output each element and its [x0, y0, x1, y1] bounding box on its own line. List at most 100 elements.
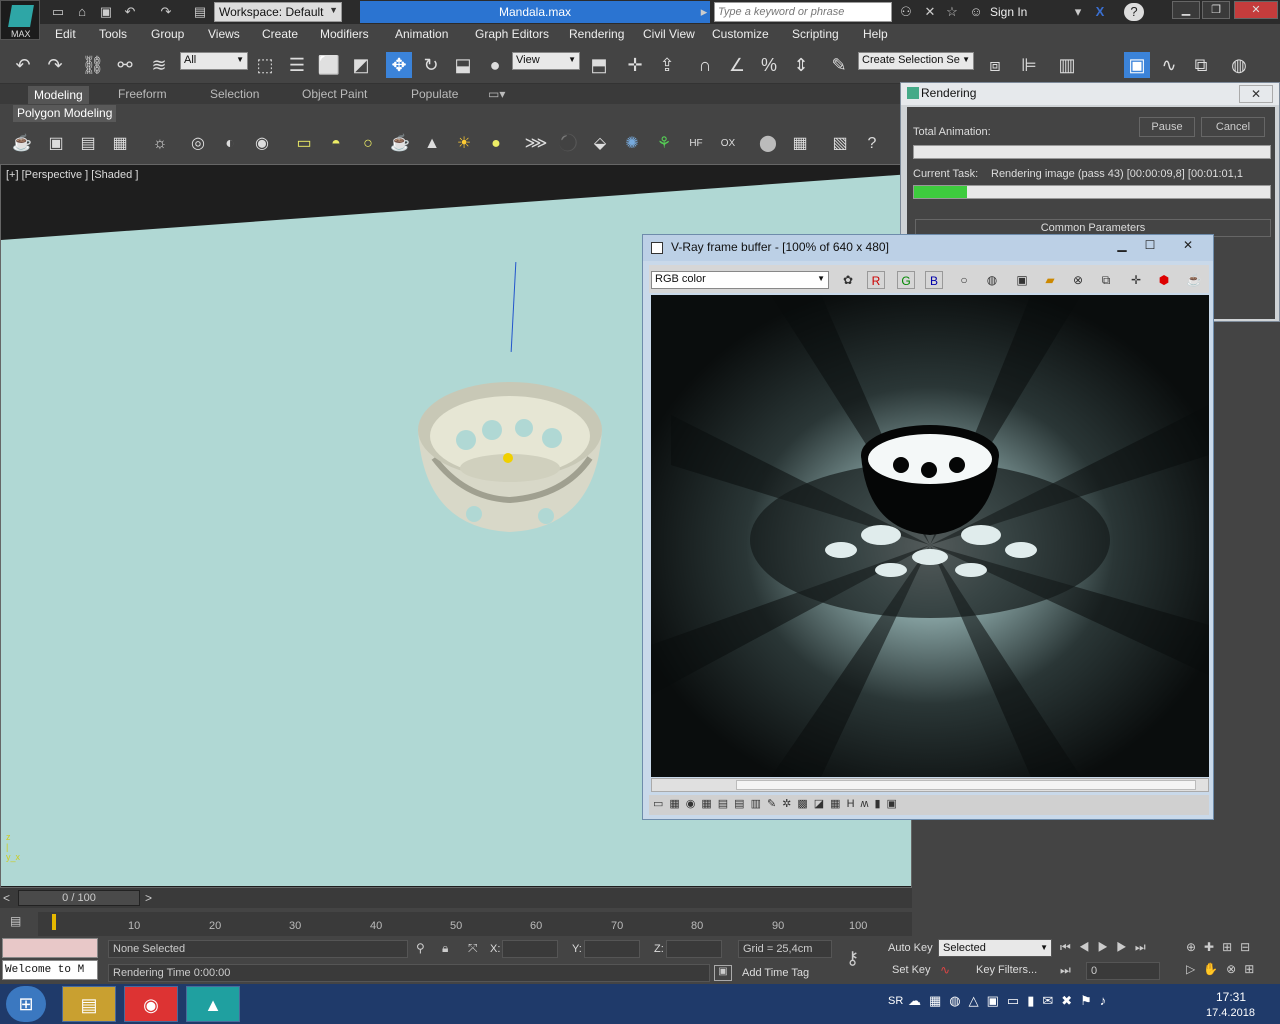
render-teapot-icon[interactable]: ☕: [1185, 271, 1203, 289]
undo-icon[interactable]: ↶: [120, 3, 140, 21]
menu-group[interactable]: Group: [151, 27, 184, 41]
tab-modeling[interactable]: Modeling: [28, 86, 89, 104]
open-file-icon[interactable]: ⌂: [72, 3, 92, 21]
selection-filter-select[interactable]: All ▼: [180, 52, 248, 70]
material-browser-icon[interactable]: ▦: [788, 132, 812, 156]
undo-icon[interactable]: ↶: [10, 52, 36, 78]
viewport-label[interactable]: [+] [Perspective ] [Shaded ]: [6, 169, 138, 181]
minimize-icon[interactable]: ▁: [1109, 238, 1135, 256]
close-icon[interactable]: ✕: [1167, 238, 1209, 256]
camera-icon[interactable]: ◎: [186, 132, 210, 156]
ref-coord-select[interactable]: View ▼: [512, 52, 580, 70]
channel-select[interactable]: RGB color ▼: [651, 271, 829, 289]
restore-icon[interactable]: ❐: [1202, 1, 1230, 19]
key-filters-button[interactable]: Key Filters...: [976, 964, 1037, 976]
red-channel-button[interactable]: R: [867, 271, 885, 289]
rect-selection-icon[interactable]: ⬜: [316, 52, 342, 78]
keyboard-shortcut-icon[interactable]: ⇪: [654, 52, 680, 78]
schematic-view-icon[interactable]: ⧉: [1188, 52, 1214, 78]
new-file-icon[interactable]: ▭: [48, 3, 68, 21]
vray-ies-light-icon[interactable]: ▲: [420, 132, 444, 156]
signin-dropdown-icon[interactable]: ▾: [1068, 3, 1088, 21]
rendering-dialog-title[interactable]: Rendering: [901, 83, 1279, 105]
place-icon[interactable]: ●: [482, 52, 508, 78]
layer-explorer-icon[interactable]: ▥: [1054, 52, 1080, 78]
vray-ambient-light-icon[interactable]: ●: [484, 132, 508, 156]
select-manipulate-icon[interactable]: ✛: [622, 52, 648, 78]
nav-arrow-icon[interactable]: ▸: [694, 3, 714, 21]
x-coord-field[interactable]: [502, 940, 558, 958]
vray-dome-light-icon[interactable]: ◓: [324, 132, 348, 156]
vray-proxy-icon[interactable]: ⚫: [556, 132, 580, 156]
menu-graph-editors[interactable]: Graph Editors: [475, 27, 549, 41]
mono-icon[interactable]: ◍: [983, 271, 1001, 289]
workspace-select[interactable]: Workspace: Default ▼: [214, 2, 342, 22]
horizontal-scrollbar[interactable]: [651, 778, 1209, 792]
render-dialog-icon[interactable]: ▦: [108, 132, 132, 156]
add-time-tag[interactable]: Add Time Tag: [742, 967, 809, 979]
tab-object-paint[interactable]: Object Paint: [302, 87, 367, 101]
menu-civil-view[interactable]: Civil View: [643, 27, 695, 41]
viewport-nav-controls[interactable]: ⊕✚⊞⊟: [1186, 940, 1258, 954]
menu-views[interactable]: Views: [208, 27, 240, 41]
vray-vfb-icon[interactable]: ▧: [828, 132, 852, 156]
explorer-task-icon[interactable]: ▤: [62, 986, 116, 1022]
binoculars-icon[interactable]: ⚇: [896, 3, 916, 21]
key-mode-select[interactable]: Selected ▼: [938, 939, 1052, 957]
time-slider[interactable]: 0 / 100: [18, 890, 140, 906]
save-file-icon[interactable]: ▣: [96, 3, 116, 21]
3dsmax-task-icon[interactable]: ▲: [186, 986, 240, 1022]
curve-editor-mini-icon[interactable]: ▤: [10, 914, 21, 928]
edit-named-sel-icon[interactable]: ✎: [826, 52, 852, 78]
spinner-snap-icon[interactable]: ⇕: [788, 52, 814, 78]
color-channels-icon[interactable]: ✿: [839, 271, 857, 289]
ribbon-options-icon[interactable]: ▭▾: [488, 87, 505, 101]
close-icon[interactable]: ✕: [1234, 1, 1278, 19]
polygon-modeling-panel[interactable]: Polygon Modeling: [13, 105, 117, 122]
vray-sphere-fade-icon[interactable]: OX: [716, 132, 740, 156]
time-marker[interactable]: [52, 914, 56, 930]
start-button-icon[interactable]: ⊞: [6, 986, 46, 1022]
mirror-icon[interactable]: ⧈: [982, 52, 1008, 78]
tab-populate[interactable]: Populate: [411, 87, 458, 101]
project-folder-icon[interactable]: ▤: [190, 3, 210, 21]
sign-in-link[interactable]: Sign In: [990, 5, 1027, 19]
vray-mesh-clipper-icon[interactable]: ✺: [620, 132, 644, 156]
search-input[interactable]: Type a keyword or phrase: [714, 2, 892, 22]
user-icon[interactable]: ☺: [966, 3, 986, 21]
save-icon[interactable]: ▣: [1013, 271, 1031, 289]
current-frame-field[interactable]: 0: [1086, 962, 1160, 980]
playback-controls[interactable]: ⏮◀▶▶⏭: [1060, 940, 1154, 955]
angle-snap-icon[interactable]: ∠: [724, 52, 750, 78]
vray-help-icon[interactable]: ?: [860, 132, 884, 156]
vray-fur-icon[interactable]: ⋙: [524, 132, 548, 156]
help-icon[interactable]: ?: [1124, 3, 1144, 21]
load-icon[interactable]: ▰: [1041, 271, 1059, 289]
tray-icons[interactable]: ☁▦◍△▣▭▮✉✖⚑♪: [908, 993, 1114, 1009]
menu-scripting[interactable]: Scripting: [792, 27, 839, 41]
key-mode-toggle-icon[interactable]: ⏭: [1060, 963, 1071, 978]
duplicate-icon[interactable]: ⧉: [1097, 271, 1115, 289]
track-mouse-icon[interactable]: ✛: [1127, 271, 1145, 289]
close-icon[interactable]: ✕: [1239, 85, 1273, 103]
maxscript-listener-pink[interactable]: [2, 938, 98, 958]
curve-editor-icon[interactable]: ∿: [1156, 52, 1182, 78]
redo-icon[interactable]: ↷: [42, 52, 68, 78]
select-object-icon[interactable]: ⬚: [252, 52, 278, 78]
mandala-bowl-model[interactable]: [414, 378, 606, 534]
auto-key-button[interactable]: Auto Key: [888, 942, 933, 954]
cancel-button[interactable]: Cancel: [1201, 117, 1265, 137]
key-icon[interactable]: ⚷: [846, 948, 859, 969]
time-tag-icon[interactable]: ▣: [714, 965, 732, 981]
clock-date[interactable]: 17.4.2018: [1206, 1007, 1255, 1019]
set-key-tangent-icon[interactable]: ∿: [940, 963, 950, 977]
menu-create[interactable]: Create: [262, 27, 298, 41]
set-key-button[interactable]: Set Key: [892, 964, 931, 976]
light-lister-icon[interactable]: ☼: [148, 132, 172, 156]
next-frame-icon[interactable]: >: [145, 891, 152, 905]
menu-edit[interactable]: Edit: [55, 27, 76, 41]
menu-help[interactable]: Help: [863, 27, 888, 41]
render-setup-icon[interactable]: ▤: [76, 132, 100, 156]
ribbon-toggle-icon[interactable]: ▣: [1124, 52, 1150, 78]
maxscript-listener[interactable]: Welcome to M: [2, 960, 98, 980]
